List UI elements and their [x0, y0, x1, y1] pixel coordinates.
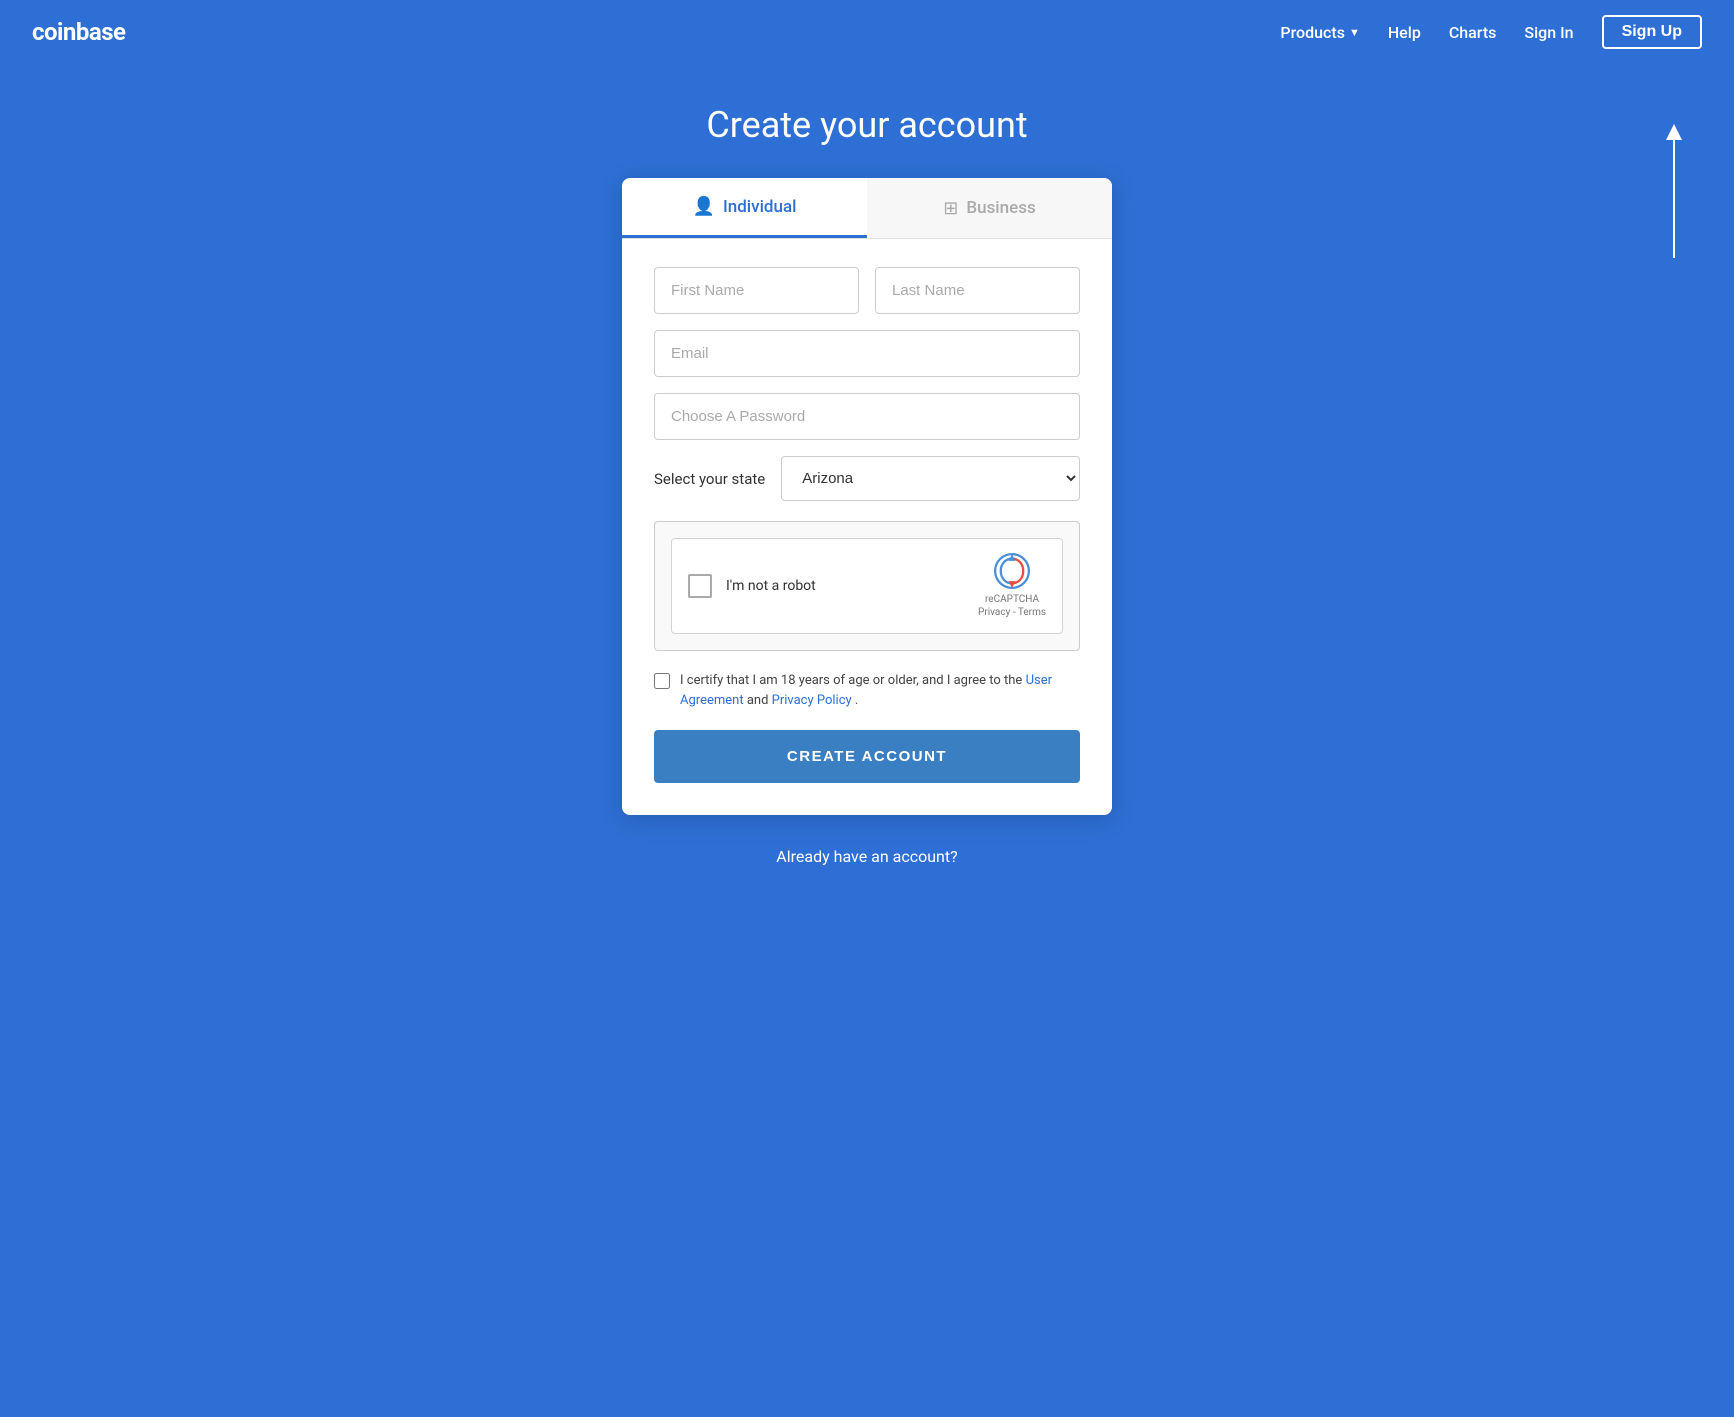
- chevron-down-icon: ▼: [1349, 26, 1360, 39]
- arrow-line: [1673, 138, 1675, 258]
- help-link[interactable]: Help: [1388, 23, 1421, 42]
- recaptcha-privacy-link[interactable]: Privacy: [978, 607, 1010, 618]
- terms-checkbox[interactable]: [654, 673, 670, 689]
- arrow-annotation: [1666, 124, 1682, 258]
- last-name-group: [875, 267, 1080, 314]
- signin-link[interactable]: Sign In: [1524, 23, 1573, 42]
- form-body: Select your state Arizona Alabama Alaska…: [622, 239, 1112, 815]
- name-row: [654, 267, 1080, 314]
- password-group: [654, 393, 1080, 440]
- logo[interactable]: coinbase: [32, 18, 126, 46]
- recaptcha-right: reCAPTCHA Privacy - Terms: [978, 553, 1046, 619]
- recaptcha-wrapper: I'm not a robot reCAPTCHA: [654, 521, 1080, 651]
- signup-button[interactable]: Sign Up: [1602, 15, 1702, 49]
- recaptcha-brand-name: reCAPTCHA: [978, 593, 1046, 606]
- email-group: [654, 330, 1080, 377]
- terms-period: .: [855, 693, 858, 708]
- state-row: Select your state Arizona Alabama Alaska…: [654, 456, 1080, 501]
- nav-links: Products ▼ Help Charts Sign In Sign Up: [1280, 15, 1702, 49]
- tab-individual-label: Individual: [723, 197, 797, 217]
- recaptcha-text: I'm not a robot: [726, 578, 816, 594]
- terms-certify-text: I certify that I am 18 years of age or o…: [680, 673, 1022, 688]
- create-account-button[interactable]: CREATE ACCOUNT: [654, 730, 1080, 783]
- email-input[interactable]: [654, 330, 1080, 377]
- recaptcha-privacy-terms: Privacy - Terms: [978, 606, 1046, 619]
- business-icon: ⊞: [943, 198, 958, 219]
- password-row: [654, 393, 1080, 440]
- terms-row: I certify that I am 18 years of age or o…: [654, 671, 1080, 710]
- password-input[interactable]: [654, 393, 1080, 440]
- state-select[interactable]: Arizona Alabama Alaska California Colora…: [781, 456, 1080, 501]
- recaptcha-logo-icon: [994, 553, 1030, 589]
- recaptcha-terms-link[interactable]: Terms: [1018, 607, 1046, 618]
- terms-text: I certify that I am 18 years of age or o…: [680, 671, 1080, 710]
- page-title: Create your account: [706, 104, 1027, 146]
- last-name-input[interactable]: [875, 267, 1080, 314]
- navigation: coinbase Products ▼ Help Charts Sign In …: [0, 0, 1734, 64]
- recaptcha-left: I'm not a robot: [688, 574, 816, 598]
- state-label: Select your state: [654, 470, 765, 488]
- tab-individual[interactable]: 👤 Individual: [622, 178, 867, 238]
- main-content: Create your account 👤 Individual ⊞ Busin…: [0, 64, 1734, 1417]
- account-type-tabs: 👤 Individual ⊞ Business: [622, 178, 1112, 239]
- first-name-group: [654, 267, 859, 314]
- terms-and-text: and: [747, 693, 769, 708]
- privacy-policy-link[interactable]: Privacy Policy: [772, 693, 852, 708]
- recaptcha-checkbox[interactable]: [688, 574, 712, 598]
- tab-business[interactable]: ⊞ Business: [867, 178, 1112, 238]
- products-menu[interactable]: Products ▼: [1280, 23, 1359, 42]
- signup-card: 👤 Individual ⊞ Business: [622, 178, 1112, 815]
- email-row: [654, 330, 1080, 377]
- products-label: Products: [1280, 23, 1345, 42]
- recaptcha-brand: reCAPTCHA Privacy - Terms: [978, 593, 1046, 619]
- recaptcha-inner: I'm not a robot reCAPTCHA: [671, 538, 1063, 634]
- first-name-input[interactable]: [654, 267, 859, 314]
- tab-business-label: Business: [966, 198, 1035, 218]
- individual-icon: 👤: [693, 196, 715, 217]
- charts-link[interactable]: Charts: [1449, 23, 1497, 42]
- already-account-text: Already have an account?: [776, 847, 957, 866]
